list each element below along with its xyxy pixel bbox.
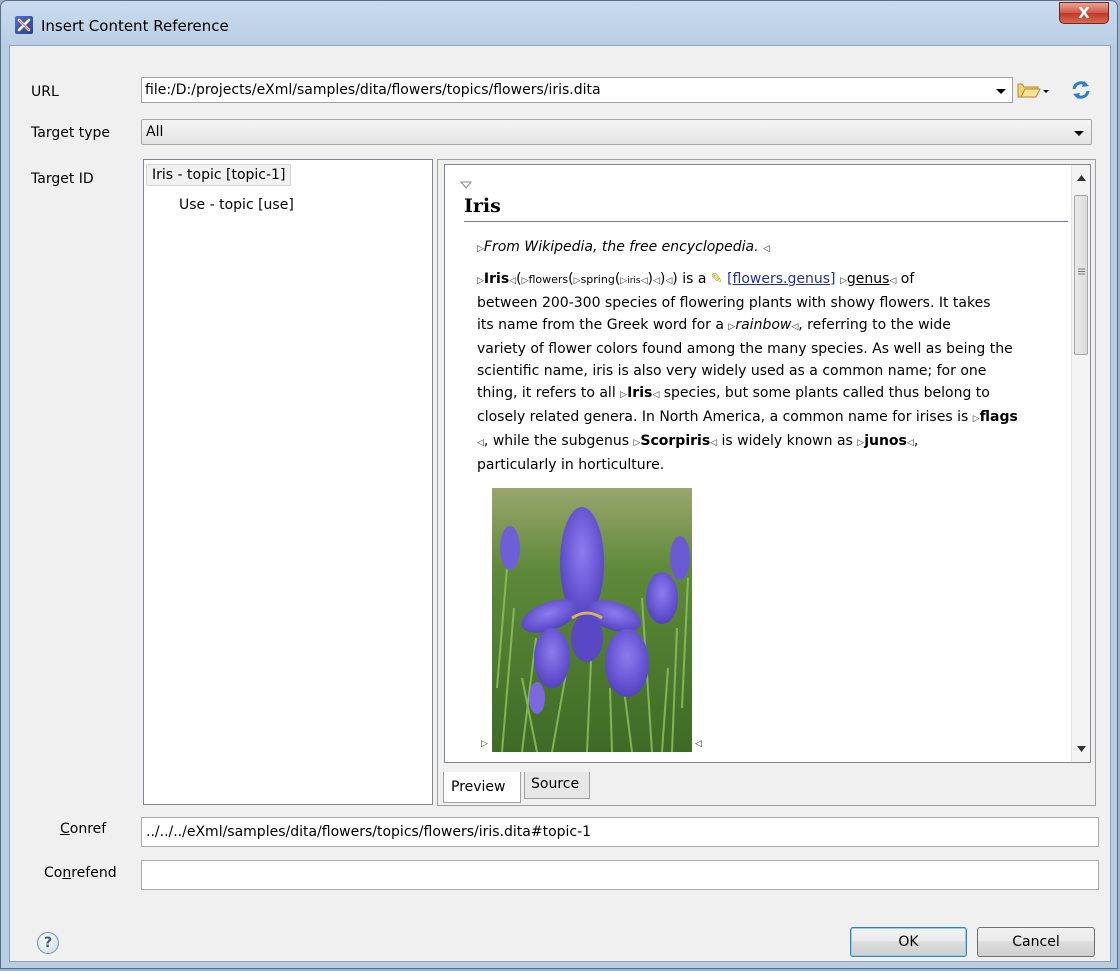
- window-title: Insert Content Reference: [41, 17, 229, 35]
- reload-icon[interactable]: [1069, 78, 1093, 102]
- image-end-tag-icon: ◁: [695, 739, 702, 749]
- paragraph-line-7: closely related genera. In North America…: [477, 409, 1018, 425]
- keyref-link[interactable]: [flowers.genus]: [727, 271, 835, 287]
- collapse-triangle-icon[interactable]: [460, 181, 472, 189]
- body-paragraph: ▷Iris◁(▷flowers(▷spring(▷iris◁)◁)◁) is a…: [477, 268, 1072, 476]
- paragraph-line-8: ◁, while the subgenus ▷Scorpiris◁ is wid…: [477, 433, 919, 449]
- ok-button[interactable]: OK: [850, 927, 967, 957]
- cancel-button[interactable]: Cancel: [977, 927, 1095, 957]
- paragraph-line-2: between 200-300 species of flowering pla…: [477, 295, 991, 311]
- target-type-select[interactable]: All: [141, 119, 1092, 145]
- tab-source[interactable]: Source: [524, 772, 590, 799]
- app-x-icon: [15, 16, 33, 34]
- tab-preview[interactable]: Preview: [443, 772, 521, 803]
- title-bar[interactable]: Insert Content Reference X: [1, 1, 1117, 45]
- conref-input[interactable]: [142, 818, 1098, 846]
- paragraph-line-1: ▷Iris◁(▷flowers(▷spring(▷iris◁)◁)◁) is a…: [477, 271, 915, 287]
- target-type-label: Target type: [31, 125, 111, 141]
- conrefend-input[interactable]: [142, 861, 1098, 889]
- dialog-window: Insert Content Reference X URL file:/D:/…: [0, 0, 1118, 969]
- grip-icon: [1078, 268, 1085, 275]
- url-value[interactable]: file:/D:/projects/eXml/samples/dita/flow…: [145, 82, 601, 98]
- conrefend-field[interactable]: [141, 860, 1099, 890]
- target-id-tree[interactable]: Iris - topic [topic-1] Use - topic [use]: [143, 159, 433, 805]
- target-type-value: All: [146, 124, 164, 140]
- url-combo[interactable]: file:/D:/projects/eXml/samples/dita/flow…: [141, 77, 1013, 103]
- topic-title: Iris: [464, 195, 501, 217]
- preview-content[interactable]: Iris ▷From Wikipedia, the free encyclope…: [444, 164, 1091, 763]
- tag-start-icon: ▷: [477, 244, 484, 254]
- conref-label: Conref: [60, 821, 107, 837]
- image-start-tag-icon: ▷: [481, 739, 488, 749]
- folder-open-icon[interactable]: [1016, 79, 1050, 101]
- url-dropdown-arrow-icon[interactable]: [996, 89, 1006, 94]
- tag-end-icon: ◁: [763, 244, 770, 254]
- paragraph-line-3: its name from the Greek word for a ▷rain…: [477, 317, 951, 333]
- keyref-link-icon: ✎: [710, 271, 723, 287]
- conref-field[interactable]: [141, 817, 1099, 847]
- conrefend-label: Conrefend: [44, 865, 117, 881]
- target-id-label: Target ID: [31, 171, 94, 187]
- preview-scrollbar[interactable]: [1071, 165, 1090, 762]
- scroll-up-icon[interactable]: [1077, 175, 1086, 181]
- iris-photo: [492, 488, 692, 752]
- chevron-down-icon: [1074, 131, 1084, 136]
- close-button[interactable]: X: [1059, 2, 1109, 24]
- shortdesc: ▷From Wikipedia, the free encyclopedia. …: [477, 239, 770, 255]
- scroll-down-icon[interactable]: [1077, 746, 1086, 752]
- preview-document: Iris ▷From Wikipedia, the free encyclope…: [445, 165, 1073, 762]
- paragraph-line-5: scientific name, iris is also very widel…: [477, 363, 987, 379]
- paragraph-line-6: thing, it refers to all ▷Iris◁ species, …: [477, 385, 990, 401]
- paragraph-line-4: variety of flower colors found among the…: [477, 341, 1013, 357]
- scroll-thumb[interactable]: [1074, 195, 1088, 355]
- close-icon: X: [1078, 4, 1090, 22]
- paragraph-line-9: particularly in horticulture.: [477, 457, 665, 473]
- title-rule: [464, 221, 1068, 222]
- url-label: URL: [31, 84, 59, 100]
- dialog-client: URL file:/D:/projects/eXml/samples/dita/…: [9, 45, 1111, 962]
- tree-item-topic-1[interactable]: Iris - topic [topic-1]: [146, 164, 292, 186]
- tree-item-use[interactable]: Use - topic [use]: [179, 197, 294, 213]
- help-icon[interactable]: ?: [37, 932, 59, 954]
